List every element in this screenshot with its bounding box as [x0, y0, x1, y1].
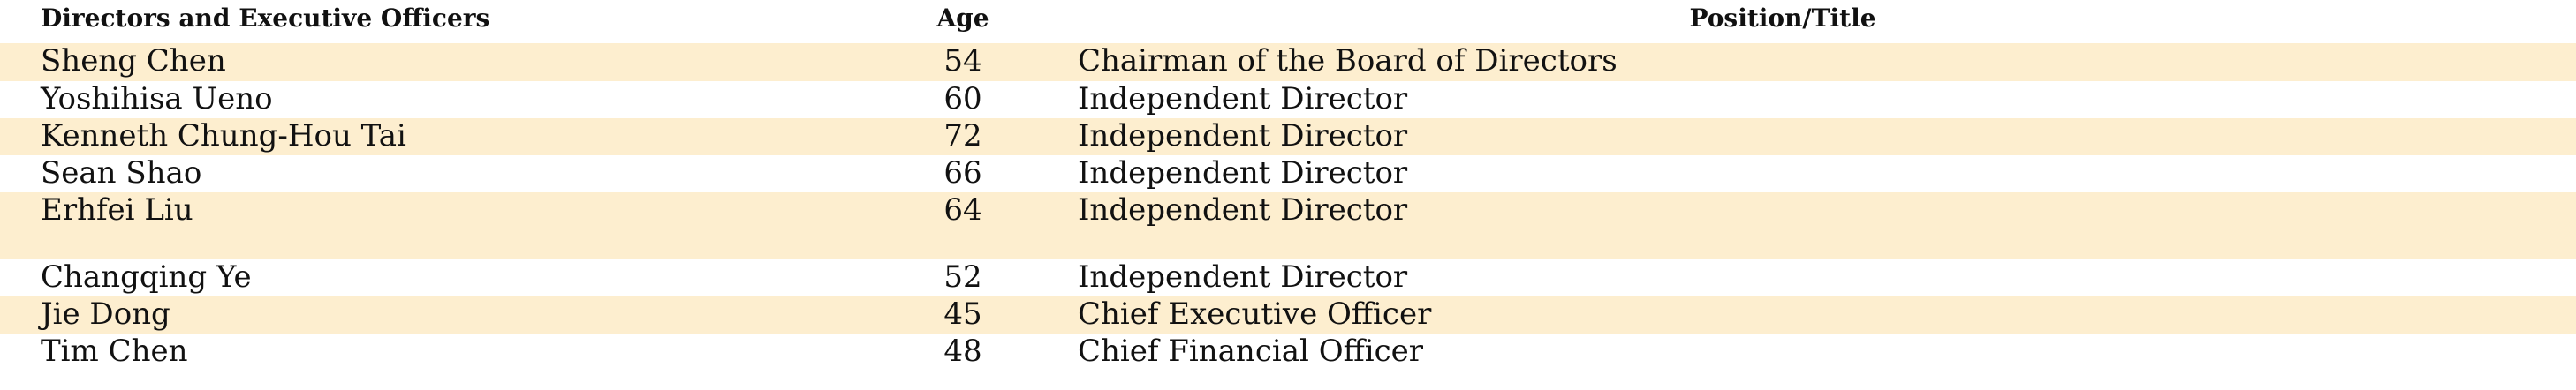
cell-position: Independent Director: [1042, 118, 2576, 155]
table-row: Tim Chen 48 Chief Financial Officer: [0, 334, 2576, 371]
table-row: Erhfei Liu 64 Independent Director: [0, 192, 2576, 259]
cell-name: Kenneth Chung-Hou Tai: [0, 118, 883, 155]
cell-age: 52: [943, 259, 982, 295]
cell-name: Changqing Ye: [41, 259, 252, 295]
cell-age: 45: [883, 296, 1042, 334]
cell-name: Sean Shao: [41, 155, 202, 191]
cell-name: Tim Chen: [41, 334, 188, 369]
header-position: Position/Title: [1689, 4, 1876, 33]
cell-name: Sheng Chen: [0, 43, 883, 81]
table-row: Sheng Chen 54 Chairman of the Board of D…: [0, 43, 2576, 81]
table-header-row: Directors and Executive Officers Age Pos…: [0, 0, 2576, 43]
header-age: Age: [936, 4, 989, 33]
cell-name: Erhfei Liu: [0, 192, 883, 259]
cell-position: Independent Director: [1042, 192, 2576, 259]
cell-age: 54: [883, 43, 1042, 81]
cell-position: Independent Director: [1078, 259, 1408, 295]
cell-position: Independent Director: [1078, 81, 1408, 116]
header-name: Directors and Executive Officers: [41, 4, 490, 33]
cell-position: Independent Director: [1078, 155, 1408, 191]
cell-name: Jie Dong: [0, 296, 883, 334]
cell-position: Chief Executive Officer: [1042, 296, 2576, 334]
table-row: Changqing Ye 52 Independent Director: [0, 259, 2576, 296]
cell-age: 60: [943, 81, 982, 116]
table-row: Kenneth Chung-Hou Tai 72 Independent Dir…: [0, 118, 2576, 155]
table-row: Sean Shao 66 Independent Director: [0, 155, 2576, 192]
cell-age: 48: [943, 334, 982, 369]
cell-name: Yoshihisa Ueno: [41, 81, 273, 116]
table-row: Yoshihisa Ueno 60 Independent Director: [0, 81, 2576, 118]
cell-age: 72: [883, 118, 1042, 155]
cell-position: Chairman of the Board of Directors: [1042, 43, 2576, 81]
cell-age: 66: [943, 155, 982, 191]
cell-position: Chief Financial Officer: [1078, 334, 1424, 369]
cell-age: 64: [883, 192, 1042, 259]
directors-officers-table: Directors and Executive Officers Age Pos…: [0, 0, 2576, 371]
table-row: Jie Dong 45 Chief Executive Officer: [0, 296, 2576, 334]
